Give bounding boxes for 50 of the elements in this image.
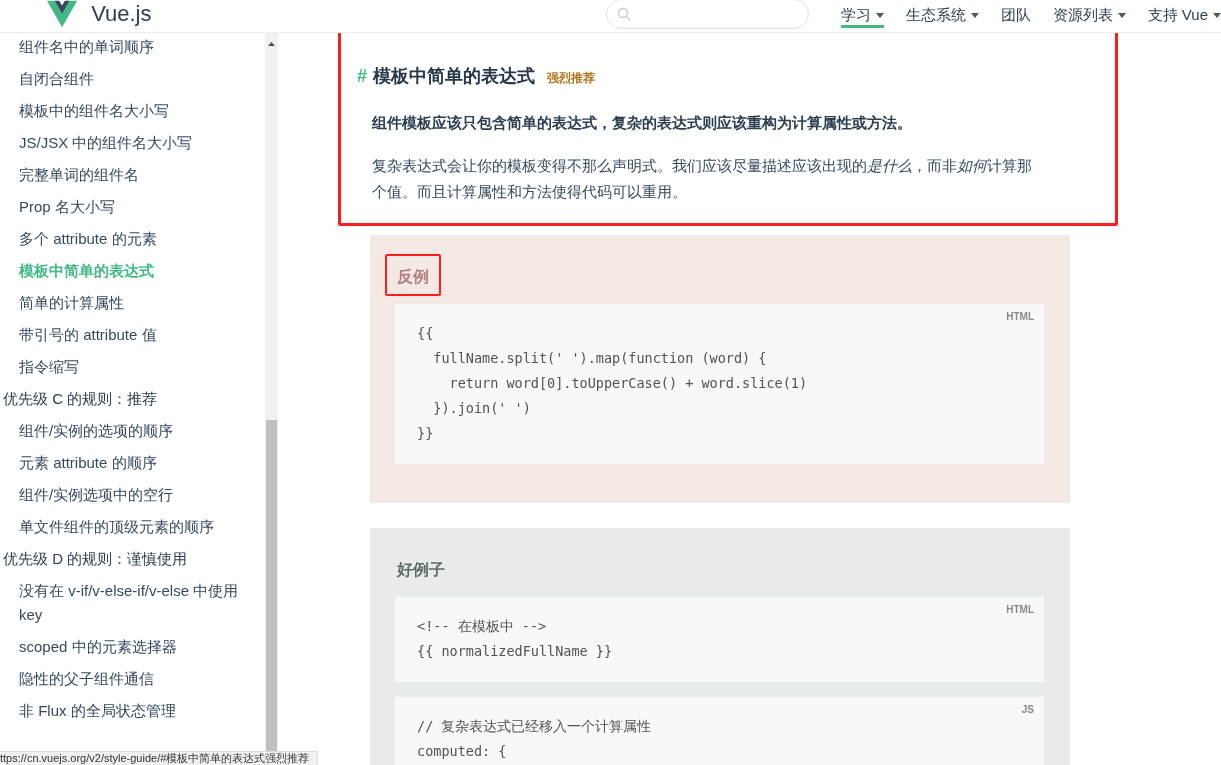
code-line: {{ normalizedFullName }} — [417, 642, 614, 661]
sidebar-item[interactable]: 自闭合组件 — [0, 63, 265, 95]
code-line: {{ — [417, 324, 435, 343]
sidebar-group-title[interactable]: 优先级 D 的规则：谨慎使用 — [0, 543, 265, 575]
sidebar-item[interactable]: 隐性的父子组件通信 — [0, 663, 265, 695]
sidebar-group-title[interactable]: 优先级 C 的规则：推荐 — [0, 383, 265, 415]
nav-link[interactable]: 学习 — [840, 0, 884, 28]
example-label: 反例 — [385, 254, 441, 296]
sidebar-item[interactable]: 指令缩写 — [0, 351, 265, 383]
code-line: }).join(' ') — [432, 399, 532, 418]
scrollbar[interactable] — [265, 33, 278, 752]
sidebar-item[interactable]: Prop 名大小写 — [0, 191, 265, 223]
sidebar-item[interactable]: 单文件组件的顶级元素的顺序 — [0, 511, 265, 543]
sidebar-item[interactable]: 带引号的 attribute 值 — [0, 319, 265, 351]
scrollbar-thumb[interactable] — [266, 420, 277, 752]
sidebar-item[interactable]: 没有在 v-if/v-else-if/v-else 中使用 key — [0, 575, 265, 631]
sidebar-item[interactable]: 简单的计算属性 — [0, 287, 265, 319]
nav-link[interactable]: 生态系统 — [905, 0, 979, 28]
sidebar-item[interactable]: scoped 中的元素选择器 — [0, 631, 265, 663]
scroll-up-icon[interactable] — [268, 42, 275, 46]
sidebar-item[interactable]: 元素 attribute 的顺序 — [0, 447, 265, 479]
nav-link[interactable]: 团队 — [1000, 0, 1031, 28]
language-label: HTML — [1006, 311, 1034, 322]
code-line: computed: { — [417, 742, 508, 761]
example-label: 好例子 — [395, 560, 446, 580]
code-line: return word[0].toUpperCase() + word.slice(1) — [448, 374, 809, 393]
sidebar-item[interactable]: 组件/实例选项中的空行 — [0, 479, 265, 511]
sidebar-item[interactable]: 完整单词的组件名 — [0, 159, 265, 191]
logo-text[interactable]: Vue.js — [91, 0, 152, 27]
sidebar-item[interactable]: JS/JSX 中的组件名大小写 — [0, 127, 265, 159]
rule-summary: 组件模板应该只包含简单的表达式，复杂的表达式则应该重构为计算属性或方法。 — [372, 114, 913, 133]
link-url: ttps://cn.vuejs.org/v2/style-guide/#模板中简单的表达式强烈推荐 — [0, 752, 310, 764]
rule-description: 复杂表达式会让你的模板变得不那么声明式。我们应该尽量描述应该出现的是什么，而非如何计算那个值。而且计算属性和方法使得代码可以重用。 — [372, 156, 1033, 202]
sidebar-item[interactable]: 模板中的组件名大小写 — [0, 95, 265, 127]
code-line: // 复杂表达式已经移入一个计算属性 — [417, 717, 653, 736]
nav-link[interactable]: 资源列表 — [1052, 0, 1126, 28]
sidebar-item[interactable]: 非 Flux 的全局状态管理 — [0, 695, 265, 727]
code-line: <!-- 在模板中 --> — [417, 617, 548, 636]
nav-link[interactable]: 支持 Vue — [1147, 0, 1221, 28]
sidebar-item[interactable]: 多个 attribute 的元素 — [0, 223, 265, 255]
code-line: fullName.split(' ').map(function (word) { — [432, 349, 768, 368]
code-line: }} — [417, 424, 435, 443]
search-field[interactable] — [606, 0, 809, 29]
recommendation-label: 强烈推荐 — [547, 70, 595, 87]
language-label: JS — [1021, 704, 1034, 715]
sidebar-item[interactable]: 组件名中的单词顺序 — [0, 33, 265, 63]
language-label: HTML — [1006, 604, 1034, 615]
sidebar-item[interactable]: 组件/实例的选项的顺序 — [0, 415, 265, 447]
section-heading: 模板中简单的表达式 — [373, 65, 535, 88]
search-icon — [617, 6, 632, 21]
